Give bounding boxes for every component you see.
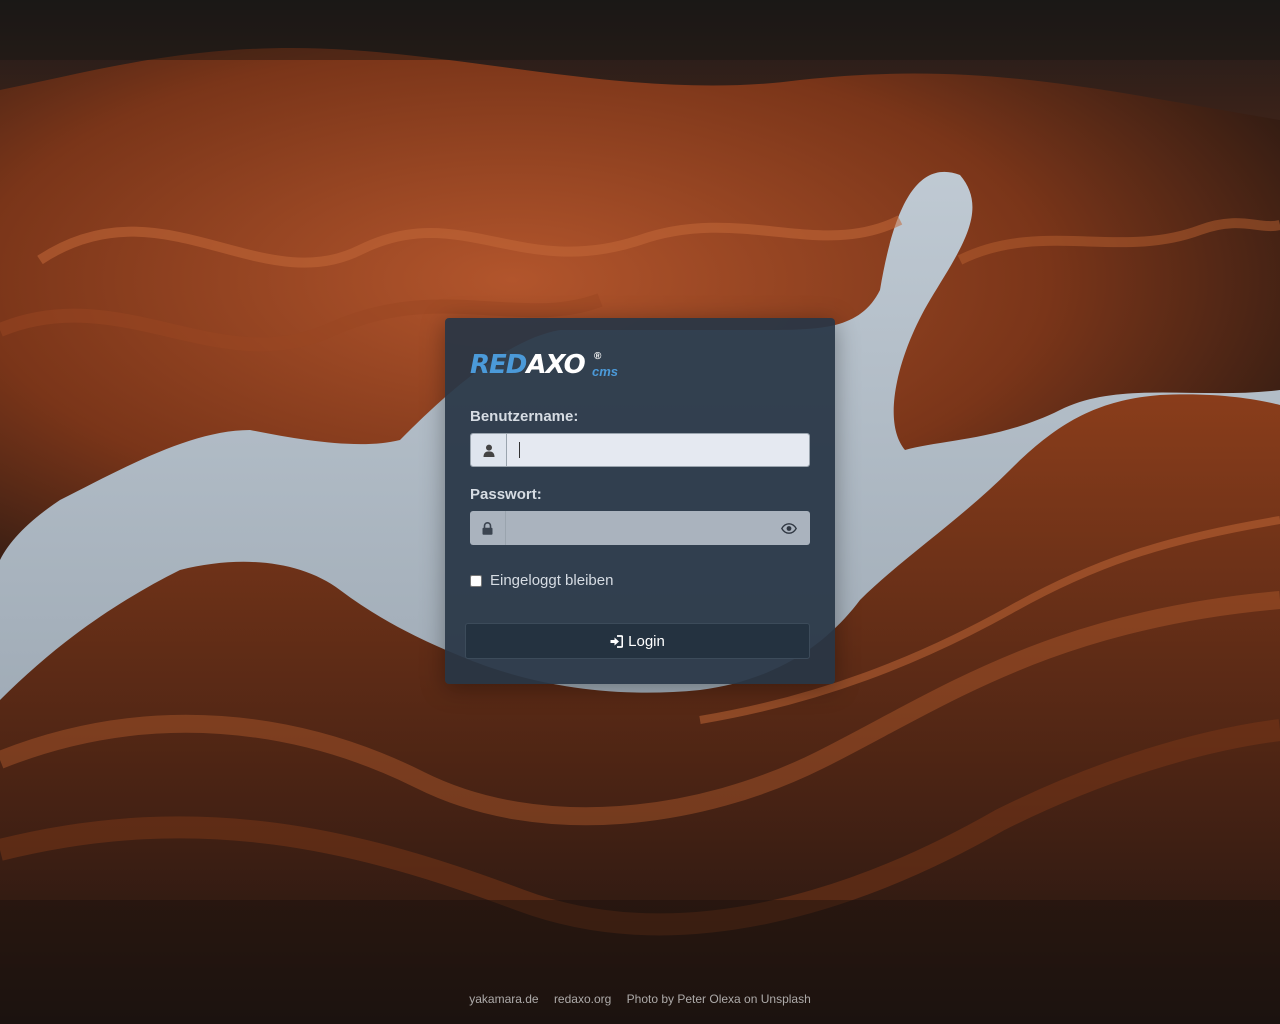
username-label: Benutzername: (470, 408, 579, 425)
login-button[interactable]: Login (465, 623, 810, 659)
password-input-group (470, 511, 810, 545)
password-label: Passwort: (470, 486, 542, 503)
footer-link-photo-credit[interactable]: Photo by Peter Olexa on Unsplash (627, 992, 811, 1006)
username-input[interactable] (507, 434, 809, 466)
footer-link-redaxo[interactable]: redaxo.org (554, 992, 611, 1006)
text-caret (519, 442, 520, 458)
lock-icon (470, 511, 506, 545)
redaxo-logo: REDAXO ® cms (470, 350, 630, 380)
footer: yakamara.de redaxo.org Photo by Peter Ol… (0, 992, 1280, 1006)
remember-checkbox[interactable] (470, 574, 482, 587)
password-input[interactable] (506, 511, 810, 545)
username-input-group (470, 433, 810, 467)
remember-label: Eingeloggt bleiben (490, 572, 614, 589)
remember-me: Eingeloggt bleiben (470, 572, 613, 589)
eye-icon[interactable] (778, 511, 800, 545)
user-icon (471, 434, 507, 466)
login-panel: REDAXO ® cms Benutzername: Passwort: Ein… (445, 318, 835, 684)
logo-cms: cms (592, 364, 619, 379)
footer-link-yakamara[interactable]: yakamara.de (469, 992, 538, 1006)
sign-in-icon (610, 634, 624, 648)
login-label: Login (628, 632, 665, 650)
logo-text: REDAXO (470, 350, 586, 380)
registered-mark: ® (594, 351, 602, 362)
